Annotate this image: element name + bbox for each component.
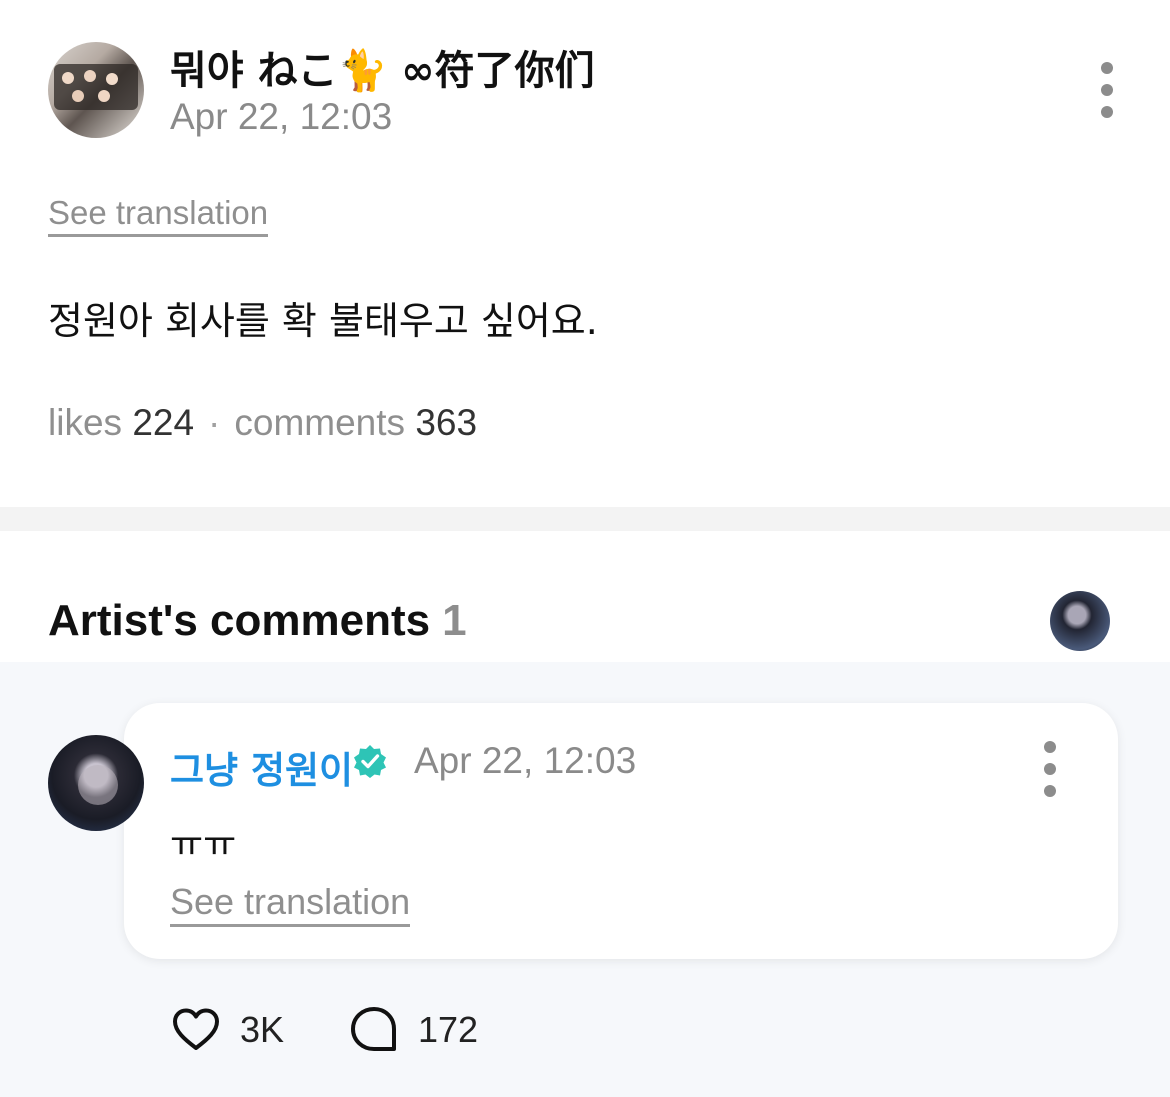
stats-separator: · xyxy=(208,402,221,443)
post-card: 뭐야 ねこ🐈 ∞符了你们 Apr 22, 12:03 See translati… xyxy=(0,0,1170,507)
post-date: Apr 22, 12:03 xyxy=(170,96,393,137)
post-author-name[interactable]: 뭐야 ねこ🐈 ∞符了你们 xyxy=(170,38,595,96)
comment-more-icon[interactable] xyxy=(1042,741,1058,797)
post-more-icon[interactable] xyxy=(1099,62,1115,118)
post-body-text: 정원아 회사를 확 불태우고 싶어요. xyxy=(48,299,598,343)
comments-count: 363 xyxy=(415,402,478,443)
comment-author-name[interactable]: 그냥 정원이 xyxy=(170,740,353,794)
post-stats: likes 224 · comments 363 xyxy=(48,402,477,444)
comment-text: ㅠㅠ xyxy=(170,824,237,865)
comment-reply-button[interactable]: 172 xyxy=(348,1004,478,1056)
comment-see-translation-link[interactable]: See translation xyxy=(170,882,411,927)
speech-bubble-icon xyxy=(351,1007,396,1051)
artist-comments-title: Artist's comments xyxy=(48,596,431,645)
comment-date: Apr 22, 12:03 xyxy=(414,740,637,781)
verified-badge-icon xyxy=(354,745,386,778)
comment-like-button[interactable]: 3K xyxy=(170,1004,284,1056)
reply-count: 172 xyxy=(418,1009,479,1050)
like-count: 3K xyxy=(240,1009,285,1050)
artist-comments-count: 1 xyxy=(442,596,467,645)
artist-mini-avatar[interactable] xyxy=(1050,591,1110,651)
comment-author-avatar[interactable] xyxy=(48,735,144,831)
heart-icon xyxy=(173,1008,219,1050)
section-divider xyxy=(0,507,1170,531)
likes-label: likes xyxy=(48,402,123,443)
post-see-translation-link[interactable]: See translation xyxy=(48,194,269,237)
likes-count: 224 xyxy=(132,402,195,443)
post-author-avatar[interactable] xyxy=(48,42,144,138)
artist-comments-heading: Artist's comments 1 xyxy=(48,596,467,646)
comments-label: comments xyxy=(234,402,406,443)
